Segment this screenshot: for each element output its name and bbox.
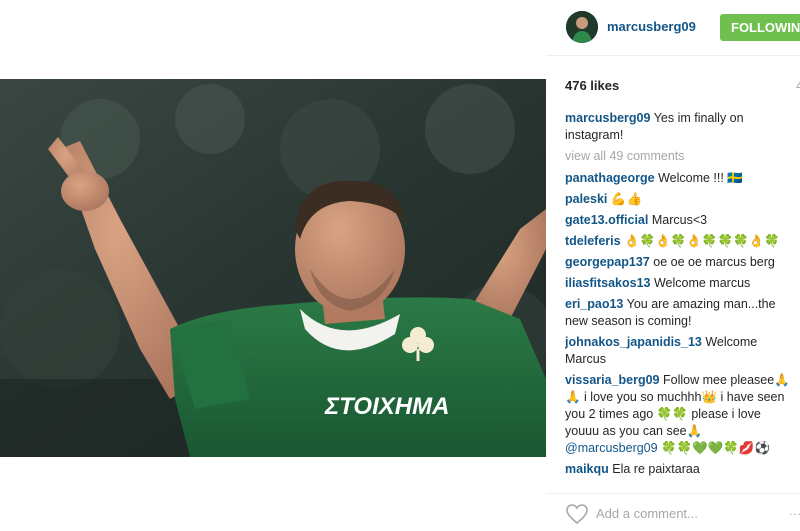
comment-username[interactable]: georgepap137 — [565, 255, 650, 269]
comment-username[interactable]: gate13.official — [565, 213, 648, 227]
post-header: marcusberg09 FOLLOWING — [546, 0, 800, 56]
svg-text:ΣΤΟΙΧΗΜΑ: ΣΤΟΙΧΗΜΑ — [324, 393, 449, 420]
comment-text: 👌🍀👌🍀👌🍀🍀🍀👌🍀 — [624, 234, 780, 248]
comment: iliasfitsakos13 Welcome marcus — [565, 275, 795, 292]
more-options-icon[interactable]: ... — [789, 504, 800, 518]
caption: marcusberg09 Yes im finally on instagram… — [565, 110, 795, 144]
comment: gate13.official Marcus<3 — [565, 212, 795, 229]
post-time[interactable]: 4 — [796, 78, 800, 93]
comment-username[interactable]: vissaria_berg09 — [565, 373, 660, 387]
header-username[interactable]: marcusberg09 — [607, 19, 696, 34]
caption-username[interactable]: marcusberg09 — [565, 111, 650, 125]
post-sidebar: marcusberg09 FOLLOWING 476 likes 4 marcu… — [546, 0, 800, 531]
comment-text: Ela re paixtaraa — [612, 462, 700, 476]
comment-text: Marcus<3 — [651, 213, 708, 227]
comment-mention[interactable]: @marcusberg09 — [565, 441, 658, 455]
post-photo-image: ΣΤΟΙΧΗΜΑ — [0, 79, 546, 457]
comment: eri_pao13 You are amazing man...the new … — [565, 296, 795, 330]
comment-text: Welcome !!! 🇸🇪 — [658, 171, 743, 185]
heart-icon[interactable] — [565, 503, 589, 525]
likes-count[interactable]: 476 likes — [565, 78, 619, 93]
add-comment-bar: ... — [546, 493, 800, 531]
post-photo[interactable]: ΣΤΟΙΧΗΜΑ — [0, 79, 546, 457]
avatar-image — [566, 11, 598, 43]
comment-text: Welcome marcus — [653, 276, 751, 290]
comment: georgepap137 oe oe oe marcus berg — [565, 254, 795, 271]
comment-username[interactable]: panathageorge — [565, 171, 655, 185]
add-comment-input[interactable] — [596, 504, 786, 522]
comment-username[interactable]: iliasfitsakos13 — [565, 276, 650, 290]
comment-username[interactable]: maikqu — [565, 462, 609, 476]
comment: paleski 💪👍 — [565, 191, 795, 208]
comment: tdeleferis 👌🍀👌🍀👌🍀🍀🍀👌🍀 — [565, 233, 795, 250]
comment-text-tail: 🍀🍀💚💚🍀💋⚽ — [657, 441, 771, 455]
comment: panathageorge Welcome !!! 🇸🇪 — [565, 170, 795, 187]
following-button[interactable]: FOLLOWING — [720, 14, 800, 41]
comment-text: 💪👍 — [610, 192, 643, 206]
comment-username[interactable]: tdeleferis — [565, 234, 621, 248]
comment: johnakos_japanidis_13 Welcome Marcus — [565, 334, 795, 368]
comment-username[interactable]: paleski — [565, 192, 607, 206]
avatar[interactable] — [566, 11, 598, 43]
comment-username[interactable]: johnakos_japanidis_13 — [565, 335, 702, 349]
comment-text: oe oe oe marcus berg — [653, 255, 775, 269]
comment-username[interactable]: eri_pao13 — [565, 297, 623, 311]
view-all-comments-link[interactable]: view all 49 comments — [565, 148, 795, 165]
comment: maikqu Ela re paixtaraa — [565, 461, 795, 478]
comment: vissaria_berg09 Follow mee pleasee🙏🙏 i l… — [565, 372, 795, 457]
comments-list: marcusberg09 Yes im finally on instagram… — [565, 110, 795, 482]
